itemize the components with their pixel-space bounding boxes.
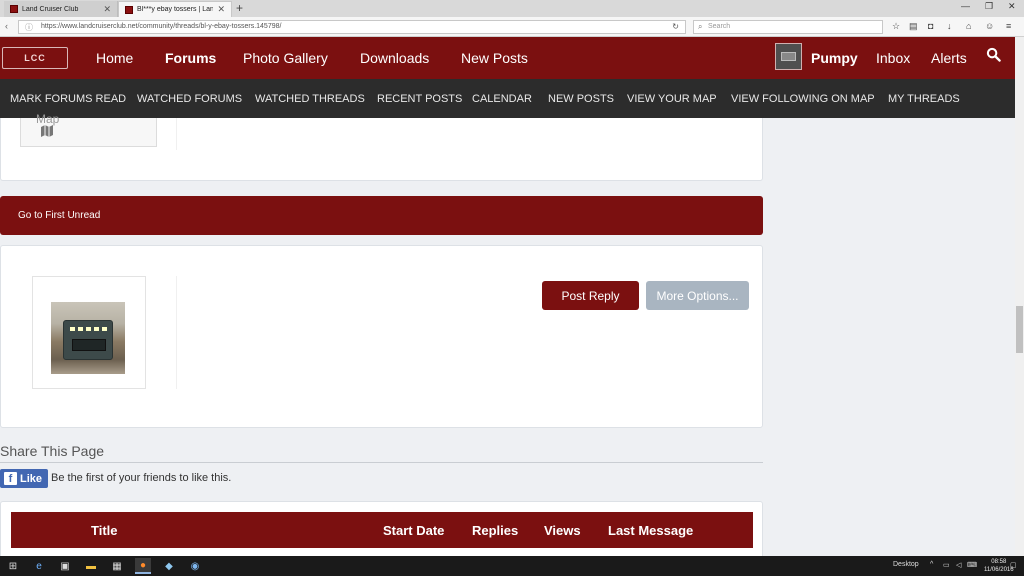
site-favicon-icon bbox=[125, 5, 133, 14]
post-reply-button[interactable]: Post Reply bbox=[542, 281, 639, 310]
search-icon[interactable] bbox=[986, 47, 1002, 65]
address-bar[interactable]: ⓘ https://www.landcruiserclub.net/commun… bbox=[18, 20, 686, 34]
smiley-icon[interactable]: ☺ bbox=[985, 21, 994, 31]
site-logo[interactable]: LCC bbox=[2, 47, 68, 69]
window-close-icon[interactable]: ✕ bbox=[1008, 1, 1016, 12]
site-header: LCC Home Forums Photo Gallery Downloads … bbox=[0, 37, 1024, 79]
facebook-icon: f bbox=[4, 472, 17, 485]
facebook-like-button[interactable]: f Like bbox=[0, 469, 48, 488]
map-card[interactable]: Map bbox=[20, 112, 157, 147]
column-last-message[interactable]: Last Message bbox=[608, 523, 693, 538]
divider bbox=[176, 118, 177, 150]
subnav-my-threads[interactable]: MY THREADS bbox=[888, 93, 960, 105]
column-start-date[interactable]: Start Date bbox=[383, 523, 444, 538]
calculator-icon[interactable]: ▦ bbox=[109, 558, 125, 574]
bookmark-star-icon[interactable]: ☆ bbox=[892, 21, 900, 32]
minimize-icon[interactable]: — bbox=[961, 1, 970, 11]
divider bbox=[0, 462, 763, 463]
new-tab-icon[interactable]: + bbox=[236, 1, 243, 15]
subnav-new-posts[interactable]: NEW POSTS bbox=[548, 93, 614, 105]
subnav-view-your-map[interactable]: VIEW YOUR MAP bbox=[627, 93, 717, 105]
message-panel: Map bbox=[0, 112, 763, 181]
inbox-link[interactable]: Inbox bbox=[876, 50, 910, 66]
avatar-photo bbox=[51, 302, 125, 374]
search-placeholder: Search bbox=[708, 23, 731, 30]
browser-tab-bar: Land Cruiser Club ✕ Bl***y ebay tossers … bbox=[0, 0, 1024, 17]
desktop-toolbar-label[interactable]: Desktop bbox=[893, 561, 919, 568]
subnav-watched-forums[interactable]: WATCHED FORUMS bbox=[137, 93, 242, 105]
file-explorer-icon[interactable]: ▬ bbox=[83, 558, 99, 574]
restore-icon[interactable]: ❐ bbox=[985, 1, 993, 12]
tray-chevron-icon[interactable]: ^ bbox=[930, 561, 933, 568]
subnav-calendar[interactable]: CALENDAR bbox=[472, 93, 532, 105]
search-icon: ⌕ bbox=[698, 22, 703, 31]
scrollbar-thumb[interactable] bbox=[1016, 306, 1023, 353]
subnav-mark-forums-read[interactable]: MARK FORUMS READ bbox=[10, 93, 126, 105]
volume-icon[interactable]: ◁ bbox=[956, 561, 961, 569]
alerts-link[interactable]: Alerts bbox=[931, 50, 967, 66]
browser-toolbar: ‹ ⓘ https://www.landcruiserclub.net/comm… bbox=[0, 17, 1024, 37]
page-scrollbar[interactable] bbox=[1015, 37, 1024, 556]
browser-search-input[interactable]: ⌕ Search bbox=[693, 20, 883, 34]
network-icon[interactable]: ▭ bbox=[943, 561, 950, 569]
reload-icon[interactable]: ↻ bbox=[672, 22, 679, 31]
browser-tab[interactable]: Land Cruiser Club ✕ bbox=[4, 1, 118, 17]
close-tab-icon[interactable]: ✕ bbox=[103, 4, 111, 15]
pocket-icon[interactable]: ◘ bbox=[928, 21, 933, 31]
app-icon[interactable]: ◉ bbox=[187, 558, 203, 574]
lock-icon: ⓘ bbox=[25, 23, 33, 32]
nav-downloads[interactable]: Downloads bbox=[360, 50, 429, 66]
notifications-icon[interactable]: ▢ bbox=[1010, 561, 1017, 569]
site-favicon-icon bbox=[10, 5, 18, 13]
home-icon[interactable]: ⌂ bbox=[966, 21, 971, 31]
user-name-link[interactable]: Pumpy bbox=[811, 50, 858, 66]
more-options-button[interactable]: More Options... bbox=[646, 281, 749, 310]
windows-start-icon[interactable]: ⊞ bbox=[5, 558, 21, 574]
edge-icon[interactable]: e bbox=[31, 558, 47, 574]
subnav-watched-threads[interactable]: WATCHED THREADS bbox=[255, 93, 365, 105]
back-icon[interactable]: ‹ bbox=[5, 21, 8, 31]
column-replies[interactable]: Replies bbox=[472, 523, 518, 538]
divider bbox=[176, 276, 177, 389]
subnav-view-following-on-map[interactable]: VIEW FOLLOWING ON MAP bbox=[731, 93, 875, 105]
map-icon bbox=[41, 125, 53, 137]
menu-icon[interactable]: ≡ bbox=[1006, 21, 1011, 31]
close-tab-icon[interactable]: ✕ bbox=[217, 4, 225, 15]
table-header-row: Title Start Date Replies Views Last Mess… bbox=[11, 512, 753, 548]
clipboard-icon[interactable]: ▤ bbox=[909, 21, 918, 32]
nav-new-posts[interactable]: New Posts bbox=[461, 50, 528, 66]
nav-forums[interactable]: Forums bbox=[165, 50, 216, 66]
share-page-heading: Share This Page bbox=[0, 443, 105, 459]
download-icon[interactable]: ↓ bbox=[947, 21, 952, 31]
subnav-recent-posts[interactable]: RECENT POSTS bbox=[377, 93, 462, 105]
column-views[interactable]: Views bbox=[544, 523, 581, 538]
firefox-icon[interactable]: ● bbox=[135, 558, 151, 574]
app-icon[interactable]: ◆ bbox=[161, 558, 177, 574]
go-to-first-unread-bar[interactable]: Go to First Unread bbox=[0, 196, 763, 235]
facebook-like-text: Be the first of your friends to like thi… bbox=[51, 472, 232, 484]
column-title[interactable]: Title bbox=[91, 523, 118, 538]
user-avatar[interactable] bbox=[775, 43, 802, 70]
url-text: https://www.landcruiserclub.net/communit… bbox=[41, 23, 282, 30]
truck-image bbox=[63, 320, 113, 360]
user-avatar-large[interactable] bbox=[32, 276, 146, 389]
sub-nav: MARK FORUMS READ WATCHED FORUMS WATCHED … bbox=[0, 79, 1024, 118]
browser-tab-active[interactable]: Bl***y ebay tossers | Land ... ✕ bbox=[118, 1, 232, 17]
quick-reply-panel: Post Reply More Options... bbox=[0, 245, 763, 428]
windows-taskbar: ⊞ e ▣ ▬ ▦ ● ◆ ◉ Desktop ^ ▭ ◁ ⌨ 08:58 11… bbox=[0, 556, 1024, 576]
nav-photo-gallery[interactable]: Photo Gallery bbox=[243, 50, 328, 66]
similar-threads-panel: Title Start Date Replies Views Last Mess… bbox=[0, 501, 763, 561]
store-icon[interactable]: ▣ bbox=[57, 558, 73, 574]
nav-home[interactable]: Home bbox=[96, 50, 133, 66]
language-icon[interactable]: ⌨ bbox=[967, 561, 977, 569]
